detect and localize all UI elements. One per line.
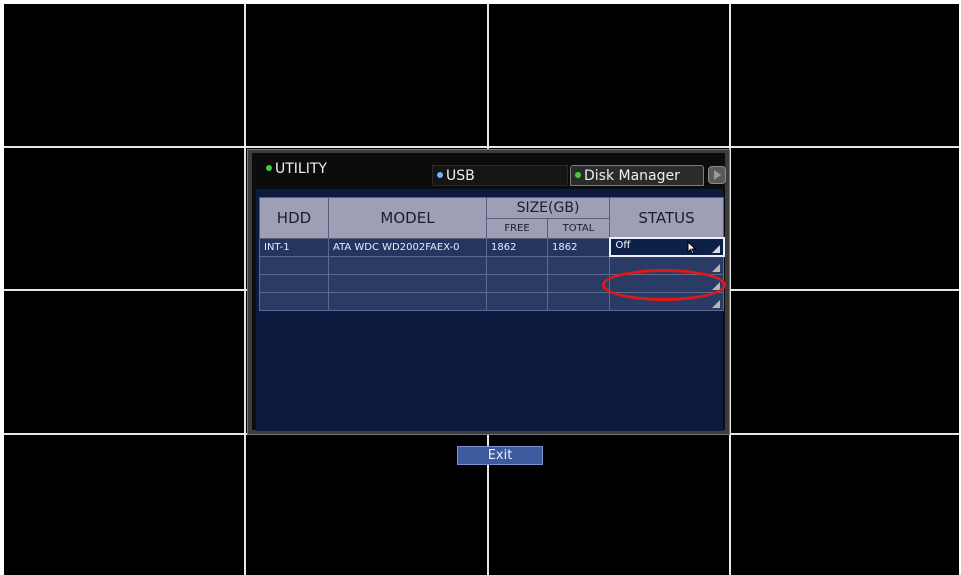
table-row[interactable]: INT-1 ATA WDC WD2002FAEX-0 1862 1862 Off — [259, 237, 725, 257]
chevron-right-icon[interactable] — [708, 166, 726, 184]
mouse-pointer-icon — [687, 241, 697, 255]
cell-total: 1862 — [547, 237, 610, 257]
cell-hdd — [259, 273, 329, 293]
highlight-circle — [602, 269, 726, 301]
dialog-body: UTILITY USB Disk Manager HDD MODEL SIZE(… — [252, 153, 726, 465]
dropdown-corner-icon — [712, 263, 720, 272]
exit-button[interactable]: Exit — [457, 446, 543, 465]
dropdown-corner-icon — [711, 245, 720, 253]
utility-dialog: UTILITY USB Disk Manager HDD MODEL SIZE(… — [247, 149, 730, 465]
status-dot-icon — [575, 172, 581, 178]
tab-usb-label: USB — [446, 168, 475, 184]
tab-disk-manager-label: Disk Manager — [584, 168, 680, 184]
grid-line — [4, 146, 959, 148]
dialog-title: UTILITY — [266, 161, 327, 177]
cell-hdd — [259, 291, 329, 311]
column-header-total: TOTAL — [547, 217, 610, 239]
dropdown-corner-icon — [712, 299, 720, 308]
status-dot-icon — [437, 172, 443, 178]
cell-free — [486, 255, 548, 275]
column-header-hdd: HDD — [259, 197, 329, 239]
cell-free — [486, 291, 548, 311]
cell-model — [328, 291, 487, 311]
status-dot-icon — [266, 165, 272, 171]
column-header-status: STATUS — [609, 197, 724, 239]
cell-model — [328, 255, 487, 275]
cell-total — [547, 291, 610, 311]
cell-model: ATA WDC WD2002FAEX-0 — [328, 237, 487, 257]
column-header-free: FREE — [486, 217, 548, 239]
cell-hdd — [259, 255, 329, 275]
column-header-size: SIZE(GB) — [486, 197, 610, 219]
dialog-title-label: UTILITY — [275, 161, 327, 177]
cell-total — [547, 273, 610, 293]
status-value: Off — [615, 240, 631, 251]
column-header-model: MODEL — [328, 197, 487, 239]
cell-free: 1862 — [486, 237, 548, 257]
status-dropdown[interactable]: Off — [608, 237, 725, 257]
tab-disk-manager[interactable]: Disk Manager — [570, 165, 704, 186]
cell-free — [486, 273, 548, 293]
disk-manager-panel: HDD MODEL SIZE(GB) STATUS FREE TOTAL INT… — [256, 189, 726, 465]
cell-total — [547, 255, 610, 275]
tab-usb[interactable]: USB — [432, 165, 568, 186]
cell-model — [328, 273, 487, 293]
cell-hdd: INT-1 — [259, 237, 329, 257]
